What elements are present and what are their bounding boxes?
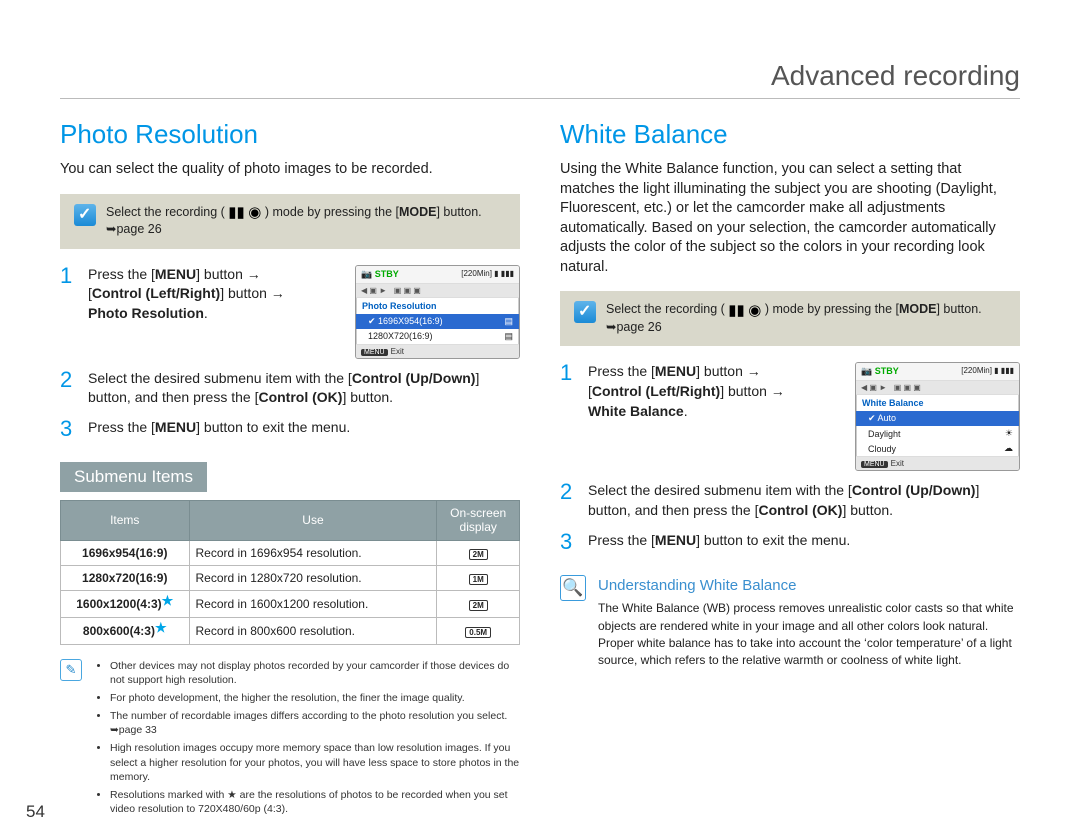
lcd-mode-icon: 📷 STBY [361,269,399,280]
step-number: 3 [560,531,574,553]
section-title-photo: Photo Resolution [60,119,520,150]
checkmark-icon [574,301,596,323]
lcd-footer: MENUExit [356,344,519,358]
step-1-text: Press the [MENU] button [Control (Left/R… [588,362,841,421]
step-number: 3 [60,418,74,440]
understanding-body: The White Balance (WB) process removes u… [598,600,1020,670]
lcd-row: 1280X720(16:9)▤ [356,329,519,344]
th-display: On-screen display [437,500,520,540]
step-1-text: Press the [MENU] button [Control (Left/R… [88,265,341,324]
magnifier-icon: 🔍 [560,575,586,601]
camera-icon: ◉ [248,205,261,220]
cloud-icon: ☁ [1004,443,1013,454]
camera-icon: ◉ [748,303,761,318]
step-3-text: Press the [MENU] button to exit the menu… [588,531,1020,551]
resolution-badge-icon: 2M [469,549,488,560]
understanding-title: Understanding White Balance [598,575,1020,597]
list-item: High resolution images occupy more memor… [110,741,520,784]
lcd-menu-title: Photo Resolution [356,298,519,314]
note-icon: ✎ [60,659,82,681]
list-item: The number of recordable images differs … [110,709,520,737]
table-row: 1696x954(16:9) Record in 1696x954 resolu… [61,540,520,565]
lcd-preview-wb: 📷 STBY [220Min] ▮ ▮▮▮ ◀ ▣ ► ▣ ▣ ▣ White … [855,362,1020,471]
steps-right: 1 Press the [MENU] button [Control (Left… [560,362,1020,552]
checkmark-icon [74,204,96,226]
sun-icon: ☀ [1005,428,1013,439]
step-3-text: Press the [MENU] button to exit the menu… [88,418,520,438]
list-item: Other devices may not display photos rec… [110,659,520,687]
steps-left: 1 Press the [MENU] button [Control (Left… [60,265,520,440]
list-item: Resolutions marked with ★ are the resolu… [110,788,520,816]
lcd-row: Cloudy☁ [856,441,1019,456]
resolution-badge-icon: 1M [469,574,488,585]
step-2-text: Select the desired submenu item with the… [88,369,520,408]
lcd-menu-title: White Balance [856,395,1019,411]
lcd-mode-icon: 📷 STBY [861,366,899,377]
callout-text: Select the recording ( ▮▮ ◉ ) mode by pr… [606,301,1006,336]
white-balance-section: White Balance Using the White Balance fu… [560,119,1020,820]
table-row: 1280x720(16:9) Record in 1280x720 resolu… [61,565,520,590]
mode-callout-left: Select the recording ( ▮▮ ◉ ) mode by pr… [60,194,520,249]
th-items: Items [61,500,190,540]
star-icon: ★ [155,620,167,635]
photo-resolution-section: Photo Resolution You can select the qual… [60,119,520,820]
step-number: 1 [560,362,574,384]
th-use: Use [189,500,437,540]
intro-photo: You can select the quality of photo imag… [60,160,520,180]
video-icon: ▮▮ [728,303,745,318]
video-icon: ▮▮ [228,205,245,220]
page-number: 54 [26,802,45,822]
list-item: For photo development, the higher the re… [110,691,520,705]
step-2-text: Select the desired submenu item with the… [588,481,1020,520]
step-number: 1 [60,265,74,287]
chapter-title: Advanced recording [60,60,1020,99]
lcd-row-selected: ✔ 1696X954(16:9)▤ [356,314,519,329]
star-icon: ★ [162,593,174,608]
resolution-badge-icon: 2M [469,600,488,611]
step-number: 2 [60,369,74,391]
lcd-preview-photo: 📷 STBY [220Min] ▮ ▮▮▮ ◀ ▣ ► ▣ ▣ ▣ Photo … [355,265,520,359]
step-number: 2 [560,481,574,503]
callout-text: Select the recording ( ▮▮ ◉ ) mode by pr… [106,204,506,239]
resolution-badge-icon: 0.5M [465,627,491,638]
submenu-table: Items Use On-screen display 1696x954(16:… [60,500,520,645]
intro-wb: Using the White Balance function, you ca… [560,160,1020,277]
section-title-wb: White Balance [560,119,1020,150]
mode-callout-right: Select the recording ( ▮▮ ◉ ) mode by pr… [560,291,1020,346]
footnote-list: Other devices may not display photos rec… [94,659,520,821]
table-row: 800x600(4:3)★ Record in 800x600 resoluti… [61,617,520,644]
table-row: 1600x1200(4:3)★ Record in 1600x1200 reso… [61,590,520,617]
lcd-footer: MENUExit [856,456,1019,470]
lcd-row: Daylight☀ [856,426,1019,441]
lcd-row-selected: ✔ Auto [856,411,1019,426]
submenu-heading: Submenu Items [60,462,207,492]
